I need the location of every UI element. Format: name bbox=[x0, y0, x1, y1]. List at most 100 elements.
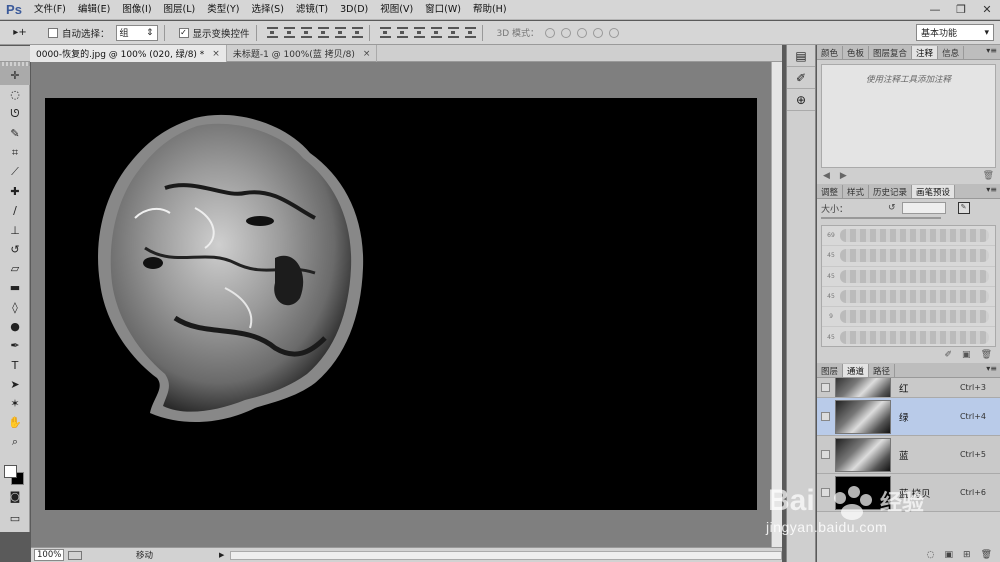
reset-brush-icon[interactable]: ↺ bbox=[888, 203, 896, 213]
move-tool-icon[interactable]: ✛ bbox=[0, 66, 30, 86]
close-tab-icon[interactable]: × bbox=[363, 49, 371, 59]
tab-layer-comps[interactable]: 图层复合 bbox=[869, 46, 913, 59]
gradient-tool-icon[interactable]: ▬ bbox=[0, 278, 30, 297]
tab-paths[interactable]: 路径 bbox=[869, 364, 896, 377]
visibility-toggle[interactable] bbox=[817, 412, 833, 421]
auto-select-option[interactable]: 自动选择： bbox=[48, 26, 110, 40]
menu-select[interactable]: 选择(S) bbox=[245, 0, 289, 20]
prev-note-icon[interactable]: ◀ bbox=[823, 171, 830, 181]
horizontal-scrollbar[interactable] bbox=[230, 550, 782, 560]
delete-channel-icon[interactable]: 🗑 bbox=[981, 550, 992, 560]
status-menu-arrow-icon[interactable]: ▶ bbox=[219, 551, 224, 559]
pen-tool-icon[interactable]: ✒ bbox=[0, 336, 30, 355]
eraser-tool-icon[interactable]: ▱ bbox=[0, 259, 30, 278]
doc-tab-untitled[interactable]: 未标题-1 @ 100%(蓝 拷贝/8) × bbox=[227, 45, 378, 62]
blur-tool-icon[interactable]: ◊ bbox=[0, 298, 30, 317]
delete-note-icon[interactable]: 🗑 bbox=[983, 171, 994, 181]
brush-preset[interactable]: 45 bbox=[822, 287, 995, 308]
vertical-scrollbar[interactable] bbox=[771, 62, 782, 547]
menu-3d[interactable]: 3D(D) bbox=[334, 0, 374, 20]
clone-stamp-tool-icon[interactable]: ⊥ bbox=[0, 220, 30, 239]
panel-menu-icon[interactable]: ▾≡ bbox=[986, 364, 997, 373]
restore-button[interactable]: ❐ bbox=[948, 0, 974, 18]
tab-notes[interactable]: 注释 bbox=[912, 46, 939, 59]
lasso-tool-icon[interactable]: ᘎ bbox=[0, 105, 30, 124]
show-transform-option[interactable]: ✓ 显示变换控件 bbox=[178, 26, 250, 40]
workspace-switcher[interactable]: 基本功能 ▾ bbox=[916, 24, 994, 41]
path-select-tool-icon[interactable]: ➤ bbox=[0, 375, 30, 394]
rotate-3d-icon[interactable] bbox=[545, 27, 556, 38]
tool-presets-icon[interactable]: ▤ bbox=[787, 45, 815, 67]
menu-layer[interactable]: 图层(L) bbox=[158, 0, 202, 20]
dodge-tool-icon[interactable]: ● bbox=[0, 317, 30, 336]
tab-color[interactable]: 颜色 bbox=[817, 46, 844, 59]
hand-tool-icon[interactable]: ✋ bbox=[0, 413, 30, 432]
menu-view[interactable]: 视图(V) bbox=[374, 0, 419, 20]
marquee-tool-icon[interactable]: ◌ bbox=[0, 85, 30, 104]
history-brush-tool-icon[interactable]: ↺ bbox=[0, 240, 30, 259]
distribute-bottom-icon[interactable] bbox=[413, 27, 425, 38]
brush-tool-icon[interactable]: ∕ bbox=[0, 201, 30, 220]
brush-preset-list[interactable]: 69 45 45 45 9 45 bbox=[821, 225, 996, 347]
clone-source-icon[interactable]: ⊕ bbox=[787, 89, 815, 111]
tab-adjustments[interactable]: 调整 bbox=[817, 185, 844, 198]
channel-row-blue-copy[interactable]: 蓝 拷贝 Ctrl+6 bbox=[817, 474, 1000, 512]
align-top-icon[interactable] bbox=[266, 27, 278, 38]
drag-3d-icon[interactable] bbox=[577, 27, 588, 38]
new-channel-icon[interactable]: ⊞ bbox=[963, 550, 971, 560]
quick-select-tool-icon[interactable]: ✎ bbox=[0, 124, 30, 143]
brush-preset[interactable]: 45 bbox=[822, 267, 995, 287]
eyedropper-tool-icon[interactable]: ⟋ bbox=[0, 162, 30, 181]
brush-preset[interactable]: 9 bbox=[822, 307, 995, 328]
toggle-brush-panel-icon[interactable]: ✐ bbox=[945, 350, 953, 360]
zoom-level-field[interactable]: 100% bbox=[34, 549, 64, 561]
align-right-icon[interactable] bbox=[351, 27, 363, 38]
save-selection-icon[interactable]: ▣ bbox=[945, 550, 954, 560]
distribute-top-icon[interactable] bbox=[379, 27, 391, 38]
menu-type[interactable]: 类型(Y) bbox=[201, 0, 245, 20]
visibility-toggle[interactable] bbox=[817, 383, 833, 392]
menu-filter[interactable]: 滤镜(T) bbox=[290, 0, 334, 20]
slide-3d-icon[interactable] bbox=[593, 27, 604, 38]
tab-channels[interactable]: 通道 bbox=[843, 364, 870, 377]
type-tool-icon[interactable]: T bbox=[0, 355, 30, 374]
close-button[interactable]: ✕ bbox=[974, 0, 1000, 18]
align-left-icon[interactable] bbox=[317, 27, 329, 38]
close-tab-icon[interactable]: × bbox=[212, 49, 220, 59]
menu-image[interactable]: 图像(I) bbox=[116, 0, 157, 20]
quick-mask-icon[interactable]: ◙ bbox=[0, 487, 30, 506]
zoom-tool-icon[interactable]: ⌕ bbox=[0, 433, 30, 452]
tab-info[interactable]: 信息 bbox=[938, 46, 965, 59]
visibility-toggle[interactable] bbox=[817, 488, 833, 497]
distribute-vcenter-icon[interactable] bbox=[396, 27, 408, 38]
auto-select-checkbox[interactable] bbox=[48, 27, 58, 38]
tab-brush-presets[interactable]: 画笔预设 bbox=[912, 185, 956, 198]
brush-preset[interactable]: 45 bbox=[822, 327, 995, 346]
crop-tool-icon[interactable]: ⌗ bbox=[0, 143, 30, 162]
align-bottom-icon[interactable] bbox=[300, 27, 312, 38]
channel-row-green[interactable]: 绿 Ctrl+4 bbox=[817, 398, 1000, 436]
document-info-icon[interactable] bbox=[68, 550, 82, 560]
distribute-left-icon[interactable] bbox=[430, 27, 442, 38]
new-brush-icon[interactable]: ▣ bbox=[962, 350, 971, 360]
auto-select-dropdown[interactable]: 组 ⇕ bbox=[115, 24, 158, 41]
document-canvas[interactable] bbox=[45, 98, 757, 510]
align-vcenter-icon[interactable] bbox=[283, 27, 295, 38]
brush-preset[interactable]: 69 bbox=[822, 226, 995, 247]
tab-history[interactable]: 历史记录 bbox=[869, 185, 913, 198]
show-transform-checkbox[interactable]: ✓ bbox=[178, 27, 189, 38]
menu-edit[interactable]: 编辑(E) bbox=[72, 0, 116, 20]
align-hcenter-icon[interactable] bbox=[334, 27, 346, 38]
next-note-icon[interactable]: ▶ bbox=[840, 171, 847, 181]
menu-file[interactable]: 文件(F) bbox=[28, 0, 72, 20]
menu-window[interactable]: 窗口(W) bbox=[419, 0, 467, 20]
brush-size-field[interactable] bbox=[901, 202, 946, 214]
brush-size-slider[interactable] bbox=[821, 217, 941, 225]
shape-tool-icon[interactable]: ✶ bbox=[0, 394, 30, 413]
screen-mode-icon[interactable]: ▭ bbox=[0, 509, 30, 528]
foreground-color-swatch[interactable] bbox=[4, 465, 17, 478]
brush-panel-icon[interactable]: ✐ bbox=[787, 67, 815, 89]
tab-styles[interactable]: 样式 bbox=[843, 185, 870, 198]
panel-menu-icon[interactable]: ▾≡ bbox=[986, 185, 997, 194]
channel-row-blue[interactable]: 蓝 Ctrl+5 bbox=[817, 436, 1000, 474]
